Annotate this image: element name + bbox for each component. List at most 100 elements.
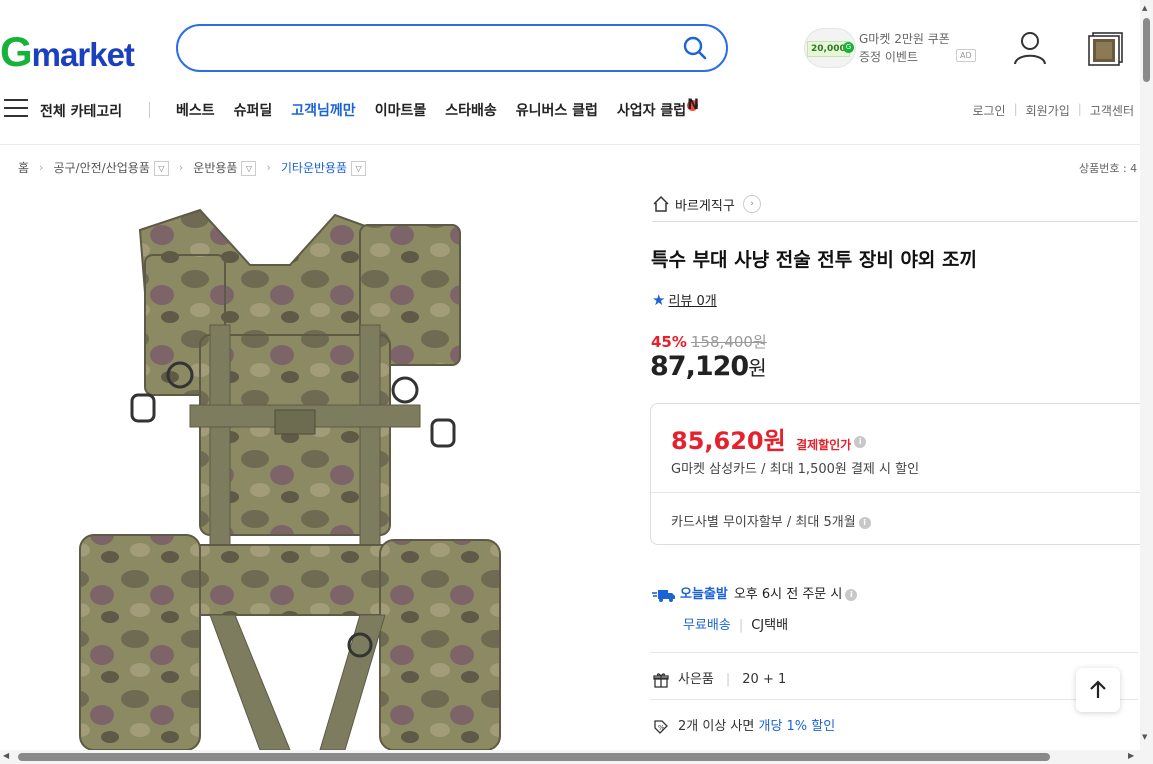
nav-item-universe-club[interactable]: 유니버스 클럽: [516, 100, 598, 120]
today-ship-label: 오늘출발: [680, 587, 728, 602]
card-discount-price-row: 85,620원 결제할인가 i: [671, 421, 867, 456]
user-icon[interactable]: [1012, 29, 1048, 65]
search-bar: [176, 24, 728, 72]
courier: CJ택배: [751, 618, 789, 633]
support-link[interactable]: 고객센터: [1090, 102, 1134, 119]
product-number: 상품번호 : 4: [1079, 162, 1138, 175]
header-divider: [0, 144, 1140, 145]
chevron-right-icon: ›: [266, 161, 271, 174]
breadcrumb-level2[interactable]: 운반용품 ▽: [193, 159, 257, 176]
horizontal-scroll-thumb[interactable]: [18, 753, 1050, 761]
shipping-line1: 오늘출발 오후 6시 전 주문 시i: [652, 583, 1138, 602]
nav-menu: 베스트 슈퍼딜 고객님께만 이마트몰 스타배송 유니버스 클럽 사업자 클럽N: [176, 97, 699, 120]
info-divider: [650, 652, 1138, 653]
installment-text: 카드사별 무이자할부 / 최대 5개월: [671, 515, 856, 530]
scroll-left-icon[interactable]: ◀: [3, 751, 9, 760]
nav-item-star-delivery[interactable]: 스타배송: [445, 100, 497, 120]
chevron-right-icon: ›: [39, 161, 44, 174]
price-unit: 원: [748, 356, 767, 380]
price-number: 87,120: [650, 351, 749, 382]
nav-divider: [149, 102, 150, 118]
gmarket-logo[interactable]: Gmarket: [0, 28, 135, 76]
star-icon: ★: [652, 291, 666, 309]
card-box-divider: [651, 492, 1149, 493]
breadcrumb-home[interactable]: 홈: [18, 159, 29, 176]
new-badge: N: [687, 97, 699, 113]
info-icon[interactable]: i: [845, 588, 858, 601]
card-discount-desc: G마켓 삼성카드 / 최대 1,500원 결제 시 할인: [671, 462, 920, 477]
store-name[interactable]: 바르게직구: [675, 195, 735, 214]
utility-links: 로그인 | 회원가입 | 고객센터: [972, 102, 1134, 119]
nav-item-for-you[interactable]: 고객님께만: [291, 100, 355, 120]
shipping-line2: 무료배송 | CJ택배: [683, 614, 1138, 633]
multi-buy-row: % 2개 이상 사면 개당 1% 할인: [653, 715, 835, 735]
horizontal-scrollbar[interactable]: ◀ ▶: [0, 750, 1140, 764]
gift-icon: [653, 672, 669, 688]
card-discount-box: 85,620원 결제할인가 i G마켓 삼성카드 / 최대 1,500원 결제 시…: [650, 403, 1150, 545]
card-discount-price: 85,620원: [671, 427, 786, 455]
logo-text: market: [31, 36, 135, 73]
sale-price: 87,120원: [650, 351, 767, 382]
gift-row: 사은품 | 20 + 1: [653, 668, 786, 688]
product-image[interactable]: [60, 205, 560, 750]
chevron-down-icon[interactable]: ▽: [351, 161, 367, 176]
scroll-to-top-button[interactable]: [1076, 668, 1120, 712]
logo-g: G: [0, 28, 33, 75]
original-price: 158,400원: [690, 333, 767, 351]
recent-item-thumbnail-icon[interactable]: [1088, 30, 1124, 66]
join-link[interactable]: 회원가입: [1026, 102, 1070, 119]
hamburger-menu-icon[interactable]: [4, 99, 28, 119]
product-title: 특수 부대 사냥 전술 전투 장비 야외 조끼: [651, 249, 977, 271]
breadcrumb-level2-label: 운반용품: [193, 161, 238, 175]
nav-item-business-club[interactable]: 사업자 클럽N: [616, 97, 699, 120]
arrow-up-icon: [1090, 680, 1106, 698]
scroll-right-icon[interactable]: ▶: [1128, 751, 1134, 760]
all-categories-button[interactable]: 전체 카테고리: [40, 101, 122, 121]
scroll-down-icon[interactable]: ▼: [1142, 733, 1147, 741]
product-page: Gmarket 20,000 G G마켓 2만원 쿠폰 증정 이벤트 AD 전체…: [0, 0, 1153, 764]
installment-row: 카드사별 무이자할부 / 최대 5개월 i: [671, 511, 871, 530]
nav-item-best[interactable]: 베스트: [176, 100, 215, 120]
chevron-right-icon: ›: [178, 161, 184, 174]
store-row[interactable]: 바르게직구 ›: [652, 194, 1138, 222]
percent-tag-icon: %: [654, 719, 668, 734]
gift-label: 사은품: [678, 672, 714, 687]
store-home-icon: [653, 195, 669, 212]
main-nav: 전체 카테고리 베스트 슈퍼딜 고객님께만 이마트몰 스타배송 유니버스 클럽 …: [0, 92, 1140, 128]
breadcrumb-level3[interactable]: 기타운반용품 ▽: [280, 159, 367, 176]
multi-buy-text: 2개 이상 사면: [678, 719, 755, 734]
scroll-up-icon[interactable]: ▲: [1142, 4, 1147, 12]
promo-line2: 증정 이벤트: [859, 50, 919, 64]
breadcrumb-level3-label: 기타운반용품: [280, 161, 348, 175]
nav-item-emart[interactable]: 이마트몰: [375, 100, 427, 120]
coupon-coin-icon: 20,000 G: [804, 28, 856, 68]
review-count-link[interactable]: 리뷰 0개: [668, 294, 716, 309]
discount-rate: 45%: [651, 333, 687, 351]
util-divider: |: [1077, 102, 1082, 116]
svg-text:%: %: [658, 724, 665, 732]
breadcrumb: 홈 › 공구/안전/산업용품 ▽ › 운반용품 ▽ › 기타운반용품 ▽: [18, 159, 367, 176]
info-icon[interactable]: i: [854, 436, 867, 448]
info-icon[interactable]: i: [858, 516, 871, 529]
gift-divider: |: [725, 672, 731, 687]
search-input[interactable]: [198, 36, 678, 60]
info-divider: [650, 699, 1138, 700]
search-icon[interactable]: [682, 35, 708, 61]
multi-buy-discount: 개당 1% 할인: [758, 719, 836, 734]
vertical-scrollbar[interactable]: ▲ ▼: [1140, 0, 1153, 764]
ad-badge: AD: [956, 49, 976, 62]
fast-delivery-icon: [652, 589, 675, 602]
chevron-down-icon[interactable]: ▽: [153, 161, 169, 176]
login-link[interactable]: 로그인: [972, 102, 1005, 119]
nav-item-superdeal[interactable]: 슈퍼딜: [234, 100, 273, 120]
vertical-scroll-thumb[interactable]: [1143, 18, 1150, 82]
review-summary[interactable]: ★ 리뷰 0개: [652, 290, 717, 309]
g-badge-icon: G: [843, 42, 854, 53]
nav-item-business-club-label: 사업자 클럽: [616, 103, 687, 119]
chevron-right-icon[interactable]: ›: [743, 195, 761, 213]
breadcrumb-level1[interactable]: 공구/안전/산업용품 ▽: [53, 159, 169, 176]
coupon-promo-banner[interactable]: 20,000 G G마켓 2만원 쿠폰 증정 이벤트 AD: [804, 24, 976, 70]
chevron-down-icon[interactable]: ▽: [241, 161, 257, 176]
gift-value: 20 + 1: [742, 672, 787, 687]
ship-divider: |: [738, 618, 744, 633]
